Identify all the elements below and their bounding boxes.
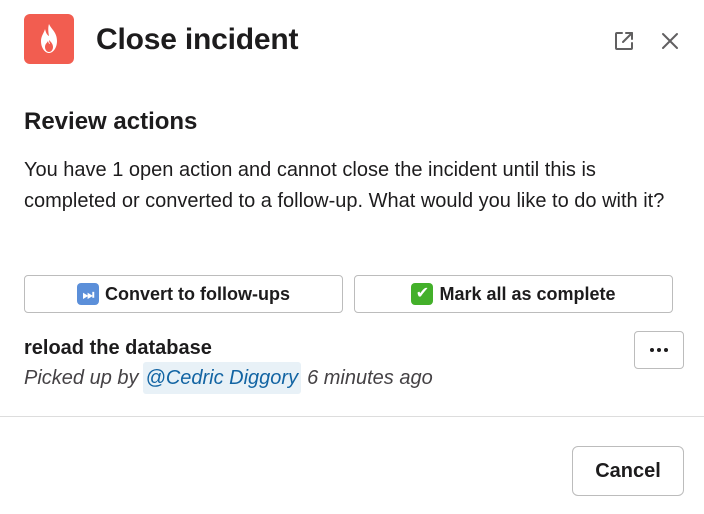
cancel-button[interactable]: Cancel <box>572 446 684 496</box>
complete-button-label: Mark all as complete <box>439 283 616 304</box>
close-button[interactable] <box>655 26 685 56</box>
convert-to-follow-ups-button[interactable]: ⏭ Convert to follow-ups <box>24 275 343 313</box>
action-time: 6 minutes ago <box>307 367 433 389</box>
action-item-meta: Picked up by @Cedric Diggory 6 minutes a… <box>24 362 433 394</box>
picked-up-label: Picked up by <box>24 367 139 389</box>
ellipsis-icon <box>650 348 668 352</box>
mark-all-complete-button[interactable]: ✔ Mark all as complete <box>354 275 673 313</box>
action-more-button[interactable] <box>634 331 684 369</box>
external-link-icon <box>615 32 633 50</box>
flame-icon <box>24 14 74 64</box>
open-in-new-window-button[interactable] <box>609 26 639 56</box>
check-mark-icon: ✔ <box>411 283 434 305</box>
action-item-name: reload the database <box>24 337 212 359</box>
section-description: You have 1 open action and cannot close … <box>24 159 665 212</box>
footer-divider <box>0 416 704 417</box>
close-incident-modal: Close incident Review actions You have 1… <box>0 0 704 514</box>
modal-title: Close incident <box>96 23 299 56</box>
close-icon <box>662 33 678 49</box>
section-title: Review actions <box>24 108 198 135</box>
convert-button-label: Convert to follow-ups <box>105 283 290 304</box>
fast-forward-icon: ⏭ <box>77 283 99 305</box>
assignee-mention[interactable]: @Cedric Diggory <box>142 362 302 394</box>
